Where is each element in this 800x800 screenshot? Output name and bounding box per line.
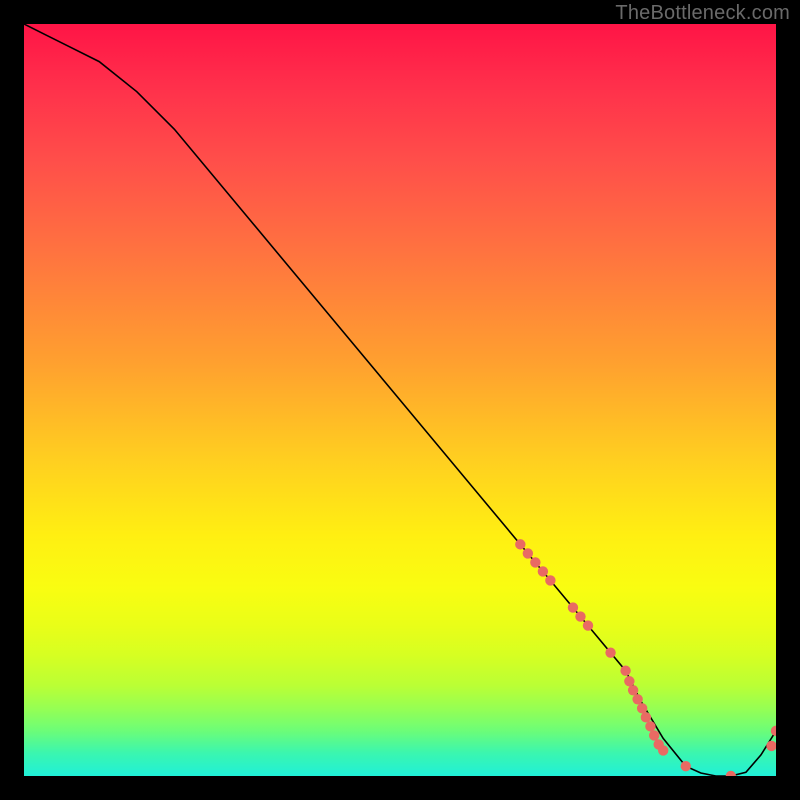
data-point — [605, 647, 615, 657]
watermark-text: TheBottleneck.com — [615, 2, 790, 25]
bottleneck-curve — [24, 24, 776, 776]
chart-svg — [24, 24, 776, 776]
data-point — [515, 539, 525, 549]
chart-stage: TheBottleneck.com — [0, 0, 800, 800]
plot-area — [24, 24, 776, 776]
data-point — [575, 611, 585, 621]
data-point — [658, 745, 668, 755]
data-point — [637, 703, 647, 713]
data-point — [632, 694, 642, 704]
data-point — [641, 712, 651, 722]
highlighted-points — [515, 539, 776, 776]
data-point — [645, 721, 655, 731]
data-point — [523, 548, 533, 558]
data-point — [726, 771, 736, 776]
data-point — [766, 741, 776, 751]
data-point — [628, 685, 638, 695]
data-point — [583, 620, 593, 630]
data-point — [538, 566, 548, 576]
data-point — [624, 676, 634, 686]
data-point — [568, 602, 578, 612]
data-point — [771, 726, 776, 736]
data-point — [545, 575, 555, 585]
data-point — [620, 666, 630, 676]
data-point — [649, 730, 659, 740]
data-point — [530, 557, 540, 567]
data-point — [681, 761, 691, 771]
